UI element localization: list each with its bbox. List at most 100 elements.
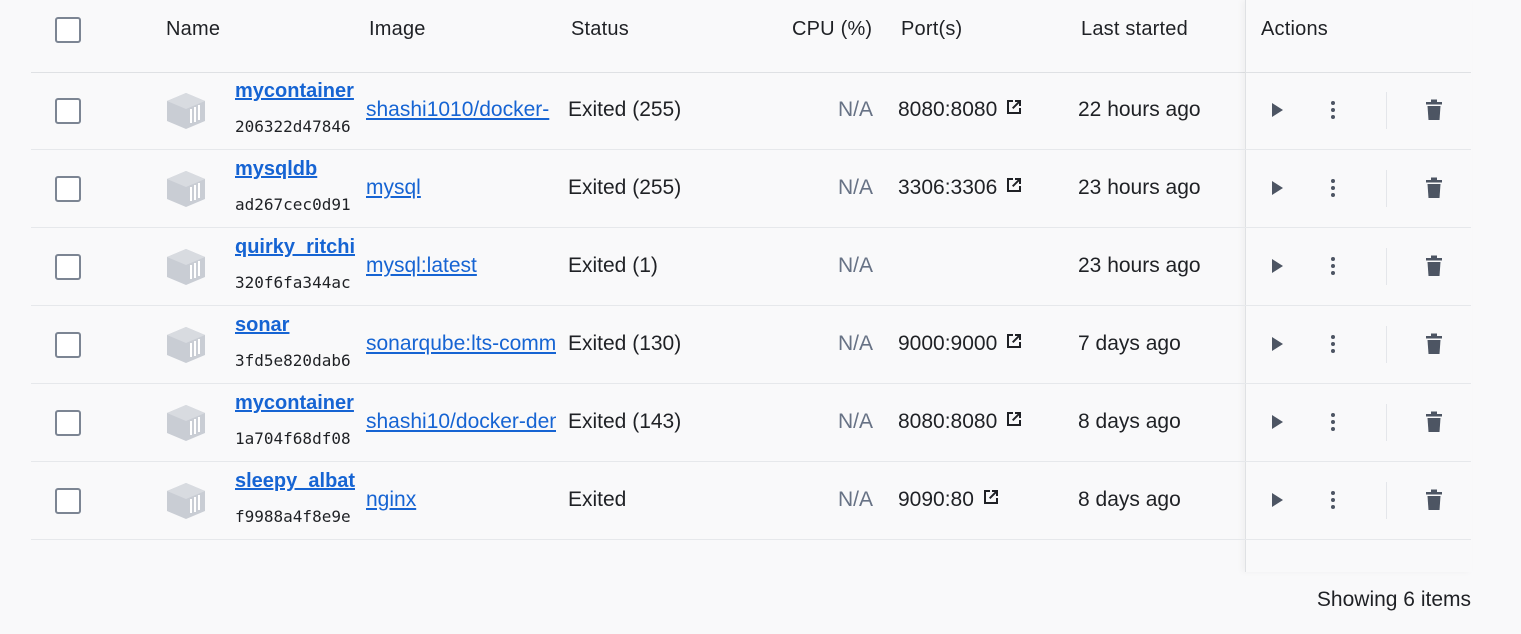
column-header-last-started[interactable]: Last started <box>1081 18 1188 41</box>
play-icon[interactable] <box>1269 335 1285 358</box>
last-started-text: 22 hours ago <box>1078 98 1201 121</box>
actions-divider <box>1386 404 1387 441</box>
actions-divider <box>1386 170 1387 207</box>
port-mapping[interactable]: 3306:3306 <box>898 176 997 200</box>
container-icon <box>167 171 205 207</box>
table-row[interactable]: mycontainer 1a704f68df08 shashi10/docker… <box>31 384 1471 462</box>
status-text: Exited (255) <box>568 98 682 121</box>
trash-icon[interactable] <box>1424 333 1444 360</box>
port-link[interactable]: 8080:8080 <box>898 98 1023 122</box>
last-started-text: 8 days ago <box>1078 488 1181 511</box>
actions-divider <box>1386 482 1387 519</box>
status-text: Exited (143) <box>568 410 682 433</box>
external-link-icon[interactable] <box>997 332 1023 356</box>
row-checkbox[interactable] <box>55 176 81 202</box>
status-text: Exited (255) <box>568 176 682 199</box>
row-checkbox[interactable] <box>55 332 81 358</box>
row-checkbox[interactable] <box>55 410 81 436</box>
port-link[interactable]: 9090:80 <box>898 488 1000 512</box>
table-row[interactable]: mysqldb ad267cec0d91 mysql Exited (255) … <box>31 150 1471 228</box>
last-started-text: 23 hours ago <box>1078 254 1201 277</box>
cpu-value: N/A <box>837 332 873 355</box>
container-id: 206322d47846 <box>235 117 351 136</box>
external-link-icon[interactable] <box>997 410 1023 434</box>
external-link-icon[interactable] <box>997 98 1023 122</box>
container-icon <box>167 93 205 129</box>
cpu-value: N/A <box>837 254 873 277</box>
port-mapping[interactable]: 8080:8080 <box>898 410 997 434</box>
more-vertical-icon[interactable] <box>1327 99 1339 126</box>
actions-divider <box>1386 326 1387 363</box>
trash-icon[interactable] <box>1424 411 1444 438</box>
container-id: ad267cec0d91 <box>235 195 351 214</box>
actions-divider <box>1386 92 1387 129</box>
image-link[interactable]: sonarqube:lts-community <box>366 332 556 356</box>
table-row[interactable]: sonar 3fd5e820dab6 sonarqube:lts-communi… <box>31 306 1471 384</box>
external-link-icon[interactable] <box>997 176 1023 200</box>
play-icon[interactable] <box>1269 101 1285 124</box>
port-link[interactable]: 3306:3306 <box>898 176 1023 200</box>
column-header-cpu[interactable]: CPU (%) <box>792 18 872 41</box>
column-header-ports[interactable]: Port(s) <box>901 18 962 41</box>
last-started-text: 7 days ago <box>1078 332 1181 355</box>
trash-icon[interactable] <box>1424 255 1444 282</box>
table-row[interactable]: quirky_ritchie 320f6fa344ac mysql:latest… <box>31 228 1471 306</box>
container-name-link[interactable]: sonar <box>235 314 355 337</box>
play-icon[interactable] <box>1269 413 1285 436</box>
trash-icon[interactable] <box>1424 489 1444 516</box>
actions-divider <box>1386 248 1387 285</box>
row-checkbox[interactable] <box>55 98 81 124</box>
more-vertical-icon[interactable] <box>1327 489 1339 516</box>
table-row[interactable]: mycontainer 206322d47846 shashi1010/dock… <box>31 72 1471 150</box>
external-link-icon[interactable] <box>974 488 1000 512</box>
row-checkbox[interactable] <box>55 488 81 514</box>
container-icon <box>167 327 205 363</box>
trash-icon[interactable] <box>1424 177 1444 204</box>
trash-icon[interactable] <box>1424 99 1444 126</box>
more-vertical-icon[interactable] <box>1327 411 1339 438</box>
container-icon <box>167 483 205 519</box>
play-icon[interactable] <box>1269 491 1285 514</box>
more-vertical-icon[interactable] <box>1327 333 1339 360</box>
container-id: 3fd5e820dab6 <box>235 351 351 370</box>
cpu-value: N/A <box>837 410 873 433</box>
select-all-checkbox[interactable] <box>55 17 81 43</box>
image-link[interactable]: shashi1010/docker- <box>366 98 556 122</box>
port-mapping[interactable]: 9000:9000 <box>898 332 997 356</box>
container-icon <box>167 405 205 441</box>
last-started-text: 23 hours ago <box>1078 176 1201 199</box>
play-icon[interactable] <box>1269 257 1285 280</box>
container-name-link[interactable]: quirky_ritchie <box>235 236 355 259</box>
column-header-name[interactable]: Name <box>166 18 220 41</box>
status-text: Exited (1) <box>568 254 658 277</box>
containers-table: Name Image Status CPU (%) Port(s) Last s… <box>31 0 1471 572</box>
play-icon[interactable] <box>1269 179 1285 202</box>
column-header-image[interactable]: Image <box>369 18 426 41</box>
image-link[interactable]: mysql <box>366 176 556 200</box>
port-link[interactable]: 8080:8080 <box>898 410 1023 434</box>
image-link[interactable]: shashi10/docker-demo <box>366 410 556 434</box>
table-row[interactable]: sleepy_albattani f9988a4f8e9e nginx Exit… <box>31 462 1471 540</box>
port-link[interactable]: 9000:9000 <box>898 332 1023 356</box>
status-text: Exited <box>568 488 627 511</box>
image-link[interactable]: nginx <box>366 488 556 512</box>
container-name-link[interactable]: mycontainer <box>235 392 355 415</box>
container-id: 320f6fa344ac <box>235 273 351 292</box>
cpu-value: N/A <box>837 98 873 121</box>
last-started-text: 8 days ago <box>1078 410 1181 433</box>
container-name-link[interactable]: sleepy_albattani <box>235 470 355 493</box>
cpu-value: N/A <box>837 176 873 199</box>
container-id: 1a704f68df08 <box>235 429 351 448</box>
image-link[interactable]: mysql:latest <box>366 254 556 278</box>
port-mapping[interactable]: 9090:80 <box>898 488 974 512</box>
column-header-status[interactable]: Status <box>571 18 629 41</box>
container-name-link[interactable]: mysqldb <box>235 158 355 181</box>
more-vertical-icon[interactable] <box>1327 177 1339 204</box>
items-count: Showing 6 items <box>1316 588 1471 611</box>
row-checkbox[interactable] <box>55 254 81 280</box>
container-icon <box>167 249 205 285</box>
port-mapping[interactable]: 8080:8080 <box>898 98 997 122</box>
more-vertical-icon[interactable] <box>1327 255 1339 282</box>
container-name-link[interactable]: mycontainer <box>235 80 355 103</box>
container-id: f9988a4f8e9e <box>235 507 351 526</box>
